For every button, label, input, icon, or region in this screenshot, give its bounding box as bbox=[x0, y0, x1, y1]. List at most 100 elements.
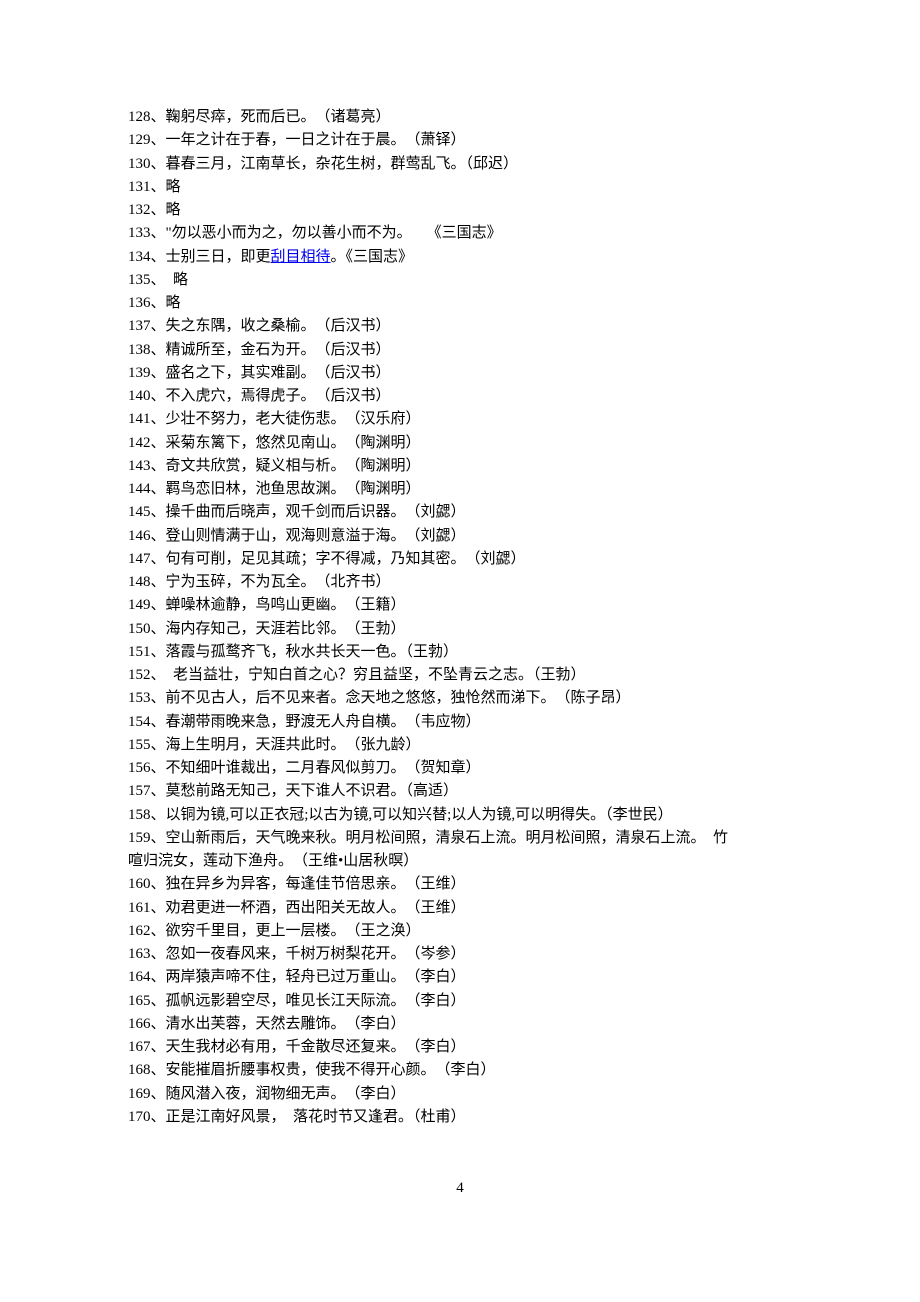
line-number: 144 bbox=[128, 481, 151, 497]
line-number: 152 bbox=[128, 667, 151, 683]
line-number: 167 bbox=[128, 1039, 151, 1055]
line-text: "勿以恶小而为之，勿以善小而不为。 《三国志》 bbox=[166, 225, 502, 241]
text-line: 135、 略 bbox=[128, 269, 792, 292]
line-number: 150 bbox=[128, 621, 151, 637]
line-number: 164 bbox=[128, 969, 151, 985]
text-line: 168、安能摧眉折腰事权贵，使我不得开心颜。 （李白） bbox=[128, 1059, 792, 1082]
line-number: 135 bbox=[128, 272, 151, 288]
line-text: 奇文共欣赏，疑义相与析。 （陶渊明） bbox=[166, 458, 421, 474]
line-number: 129 bbox=[128, 132, 151, 148]
line-text: 鞠躬尽瘁，死而后已。 （诸葛亮） bbox=[166, 109, 391, 125]
text-line: 139、盛名之下，其实难副。 （后汉书） bbox=[128, 362, 792, 385]
text-line: 161、劝君更进一杯酒，西出阳关无故人。 （王维） bbox=[128, 897, 792, 920]
line-text: 失之东隅，收之桑榆。 （后汉书） bbox=[166, 318, 391, 334]
text-line: 134、士别三日，即更刮目相待。《三国志》 bbox=[128, 246, 792, 269]
line-number: 139 bbox=[128, 365, 151, 381]
line-number: 133 bbox=[128, 225, 151, 241]
line-text: 两岸猿声啼不住，轻舟已过万重山。 （李白） bbox=[166, 969, 466, 985]
line-text: 略 bbox=[166, 295, 181, 311]
line-number: 165 bbox=[128, 993, 151, 1009]
text-line: 149、蝉噪林逾静，鸟鸣山更幽。 （王籍） bbox=[128, 594, 792, 617]
line-number: 155 bbox=[128, 737, 151, 753]
text-line: 143、奇文共欣赏，疑义相与析。 （陶渊明） bbox=[128, 455, 792, 478]
line-text: 清水出芙蓉，天然去雕饰。 （李白） bbox=[166, 1016, 406, 1032]
line-number: 159 bbox=[128, 830, 151, 846]
text-line: 159、空山新雨后，天气晚来秋。明月松间照，清泉石上流。明月松间照，清泉石上流。… bbox=[128, 827, 792, 850]
text-line: 128、鞠躬尽瘁，死而后已。 （诸葛亮） bbox=[128, 106, 792, 129]
line-text: 略 bbox=[166, 202, 181, 218]
line-text: 天生我材必有用，千金散尽还复来。 （李白） bbox=[166, 1039, 466, 1055]
line-text: 春潮带雨晚来急，野渡无人舟自横。 （韦应物） bbox=[166, 714, 481, 730]
line-text-pre: 士别三日，即更 bbox=[166, 249, 271, 265]
line-number: 143 bbox=[128, 458, 151, 474]
line-number: 142 bbox=[128, 435, 151, 451]
line-number: 128 bbox=[128, 109, 151, 125]
line-text: 安能摧眉折腰事权贵，使我不得开心颜。 （李白） bbox=[166, 1062, 496, 1078]
line-number: 137 bbox=[128, 318, 151, 334]
text-line: 156、不知细叶谁裁出，二月春风似剪刀。 （贺知章） bbox=[128, 757, 792, 780]
line-number: 145 bbox=[128, 504, 151, 520]
line-text: 独在异乡为异客，每逢佳节倍思亲。 （王维） bbox=[166, 876, 466, 892]
line-text: 劝君更进一杯酒，西出阳关无故人。 （王维） bbox=[166, 900, 466, 916]
line-number: 154 bbox=[128, 714, 151, 730]
line-text: 孤帆远影碧空尽，唯见长江天际流。 （李白） bbox=[166, 993, 466, 1009]
text-line: 157、莫愁前路无知己，天下谁人不识君。（高适） bbox=[128, 780, 792, 803]
text-line: 129、一年之计在于春，一日之计在于晨。 （萧铎） bbox=[128, 129, 792, 152]
content-body: 128、鞠躬尽瘁，死而后已。 （诸葛亮）129、一年之计在于春，一日之计在于晨。… bbox=[128, 106, 792, 1129]
line-text: 操千曲而后晓声，观千剑而后识器。 （刘勰） bbox=[166, 504, 466, 520]
document-page: 128、鞠躬尽瘁，死而后已。 （诸葛亮）129、一年之计在于春，一日之计在于晨。… bbox=[0, 0, 920, 1240]
line-number: 170 bbox=[128, 1109, 151, 1125]
line-number: 131 bbox=[128, 179, 151, 195]
text-line: 152、 老当益壮，宁知白首之心？穷且益坚，不坠青云之志。（王勃） bbox=[128, 664, 792, 687]
line-text: 不入虎穴，焉得虎子。 （后汉书） bbox=[166, 388, 391, 404]
text-line: 141、少壮不努力，老大徒伤悲。 （汉乐府） bbox=[128, 408, 792, 431]
text-line: 169、随风潜入夜，润物细无声。 （李白） bbox=[128, 1083, 792, 1106]
line-number: 168 bbox=[128, 1062, 151, 1078]
line-text: 莫愁前路无知己，天下谁人不识君。（高适） bbox=[166, 783, 459, 799]
line-text: 落霞与孤鹜齐飞，秋水共长天一色。（王勃） bbox=[166, 644, 459, 660]
line-number: 132 bbox=[128, 202, 151, 218]
line-number: 169 bbox=[128, 1086, 151, 1102]
text-line: 136、略 bbox=[128, 292, 792, 315]
line-text: 精诚所至，金石为开。 （后汉书） bbox=[166, 342, 391, 358]
text-line: 153、前不见古人，后不见来者。念天地之悠悠，独怆然而涕下。 （陈子昂） bbox=[128, 687, 792, 710]
line-number: 136 bbox=[128, 295, 151, 311]
text-line: 163、忽如一夜春风来，千树万树梨花开。 （岑参） bbox=[128, 943, 792, 966]
text-line: 144、羁鸟恋旧林，池鱼思故渊。 （陶渊明） bbox=[128, 478, 792, 501]
line-text: 登山则情满于山，观海则意溢于海。 （刘勰） bbox=[166, 528, 466, 544]
line-text: 以铜为镜,可以正衣冠;以古为镜,可以知兴替;以人为镜,可以明得失。（李世民） bbox=[166, 807, 673, 823]
page-number: 4 bbox=[128, 1177, 792, 1200]
line-text: 空山新雨后，天气晚来秋。明月松间照，清泉石上流。明月松间照，清泉石上流。 竹 bbox=[166, 830, 729, 846]
line-text: 略 bbox=[166, 179, 181, 195]
line-number: 160 bbox=[128, 876, 151, 892]
line-text-post: 。《三国志》 bbox=[331, 249, 414, 265]
text-line: 167、天生我材必有用，千金散尽还复来。 （李白） bbox=[128, 1036, 792, 1059]
line-number: 151 bbox=[128, 644, 151, 660]
text-line: 147、句有可削，足见其疏；字不得减，乃知其密。 （刘勰） bbox=[128, 548, 792, 571]
text-line: 165、孤帆远影碧空尽，唯见长江天际流。 （李白） bbox=[128, 990, 792, 1013]
hyperlink[interactable]: 刮目相待 bbox=[271, 249, 331, 265]
text-line: 146、登山则情满于山，观海则意溢于海。 （刘勰） bbox=[128, 525, 792, 548]
line-text: 老当益壮，宁知白首之心？穷且益坚，不坠青云之志。（王勃） bbox=[158, 667, 586, 683]
line-text: 喧归浣女，莲动下渔舟。 （王维•山居秋暝） bbox=[128, 853, 418, 869]
text-line: 162、欲穷千里目，更上一层楼。 （王之涣） bbox=[128, 920, 792, 943]
line-number: 156 bbox=[128, 760, 151, 776]
line-number: 149 bbox=[128, 597, 151, 613]
line-text: 采菊东篱下，悠然见南山。 （陶渊明） bbox=[166, 435, 421, 451]
line-text: 略 bbox=[158, 272, 188, 288]
text-line: 148、宁为玉碎，不为瓦全。 （北齐书） bbox=[128, 571, 792, 594]
text-line: 166、清水出芙蓉，天然去雕饰。 （李白） bbox=[128, 1013, 792, 1036]
line-number: 146 bbox=[128, 528, 151, 544]
line-number: 158 bbox=[128, 807, 151, 823]
text-line: 137、失之东隅，收之桑榆。 （后汉书） bbox=[128, 315, 792, 338]
line-number: 153 bbox=[128, 690, 151, 706]
line-number: 161 bbox=[128, 900, 151, 916]
line-text: 一年之计在于春，一日之计在于晨。 （萧铎） bbox=[166, 132, 466, 148]
line-text: 盛名之下，其实难副。 （后汉书） bbox=[166, 365, 391, 381]
line-text: 海内存知己，天涯若比邻。 （王勃） bbox=[166, 621, 406, 637]
text-line: 155、海上生明月，天涯共此时。 （张九龄） bbox=[128, 734, 792, 757]
line-number: 162 bbox=[128, 923, 151, 939]
line-text: 正是江南好风景， 落花时节又逢君。（杜甫） bbox=[166, 1109, 466, 1125]
text-line: 158、以铜为镜,可以正衣冠;以古为镜,可以知兴替;以人为镜,可以明得失。（李世… bbox=[128, 804, 792, 827]
text-line: 138、精诚所至，金石为开。 （后汉书） bbox=[128, 339, 792, 362]
